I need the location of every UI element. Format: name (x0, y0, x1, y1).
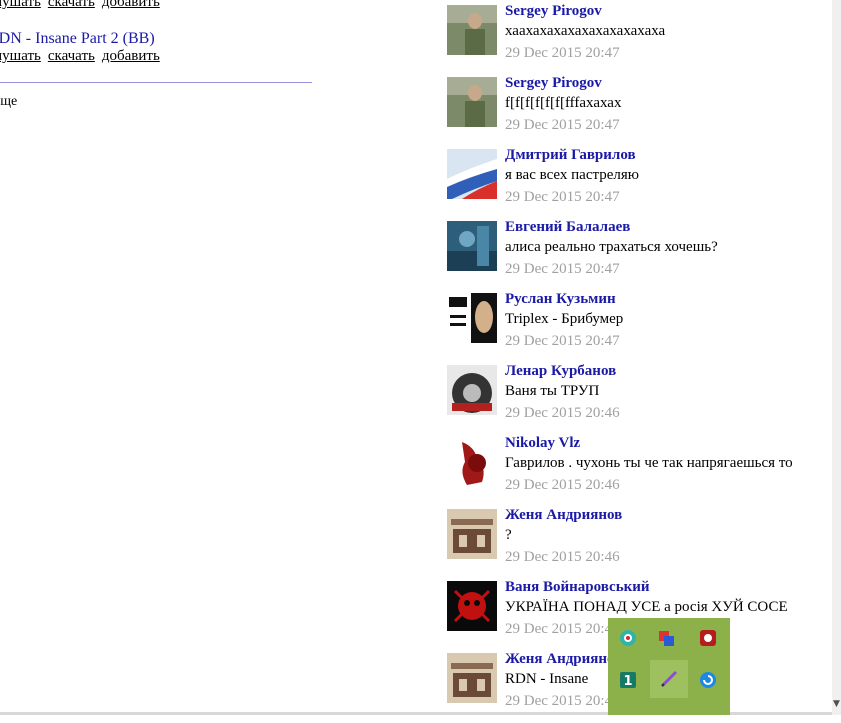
listen-link[interactable]: слушать (0, 48, 41, 64)
avatar-sergey-2[interactable] (447, 77, 497, 127)
message-text: УКРАЇНА ПОНАД УСЕ а росія ХУЙ СОСЕ (505, 599, 788, 615)
avatar-car[interactable] (447, 365, 497, 415)
avatar-building[interactable] (447, 509, 497, 559)
user-name[interactable]: Ваня Войнаровський (505, 579, 650, 596)
list-item: Sergey Pirogov хаахахахахахахахахахаха 2… (447, 3, 827, 75)
svg-text:1: 1 (623, 674, 632, 689)
pen-icon[interactable] (650, 660, 688, 698)
list-item: Nikolay Vlz Гаврилов . чухонь ты че так … (447, 435, 827, 507)
red-blue-app-icon[interactable] (650, 622, 682, 654)
avatar-sergey-1[interactable] (447, 5, 497, 55)
track-actions: слушать скачать добавить (0, 48, 167, 65)
track-actions: слушать скачать добавить (0, 0, 167, 11)
list-item: Sergey Pirogov f[f[f[f[f[f[fffахахах 29 … (447, 75, 827, 147)
message-time: 29 Dec 2015 20:47 (505, 45, 620, 61)
user-name[interactable]: Женя Андриянов (505, 651, 622, 668)
avatar-blue[interactable] (447, 221, 497, 271)
green-number-one-icon[interactable]: 1 (612, 664, 644, 696)
message-time: 29 Dec 2015 20:46 (505, 405, 620, 421)
message-text: Ваня ты ТРУП (505, 383, 600, 399)
user-name[interactable]: Евгений Балалаев (505, 219, 630, 236)
list-item: Руслан Кузьмин Triplex - Брибумер 29 Dec… (447, 291, 827, 363)
message-text: алиса реально трахаться хочешь? (505, 239, 718, 255)
user-name[interactable]: Sergey Pirogov (505, 75, 602, 92)
red-gear-icon[interactable] (692, 622, 724, 654)
teal-swirl-icon[interactable] (612, 622, 644, 654)
track-item: слушать скачать добавить (0, 0, 167, 11)
user-name[interactable]: Ленар Курбанов (505, 363, 616, 380)
message-text: я вас всех пастреляю (505, 167, 639, 183)
message-time: 29 Dec 2015 20:47 (505, 189, 620, 205)
user-name[interactable]: Sergey Pirogov (505, 3, 602, 20)
add-link[interactable]: добавить (102, 48, 160, 64)
message-text: f[f[f[f[f[f[fffахахах (505, 95, 622, 111)
scroll-down-arrow-icon[interactable]: ▼ (832, 700, 841, 709)
message-text: Гаврилов . чухонь ты че так напрягаешься… (505, 455, 793, 471)
track-item: RDN - Insane Part 2 (BB) слушать скачать д… (0, 30, 167, 65)
avatar-text-foot[interactable] (447, 293, 497, 343)
download-link[interactable]: скачать (48, 0, 95, 10)
add-link[interactable]: добавить (102, 0, 160, 10)
divider (0, 82, 312, 83)
system-tray-overflow: 1 (608, 618, 730, 715)
user-name[interactable]: Руслан Кузьмин (505, 291, 616, 308)
list-item: Женя Андриянов ? 29 Dec 2015 20:46 (447, 507, 827, 579)
message-text: RDN - Insane (505, 671, 589, 687)
download-link[interactable]: скачать (48, 48, 95, 64)
message-time: 29 Dec 2015 20:46 (505, 549, 620, 565)
vertical-scrollbar[interactable]: ▼ (832, 0, 841, 715)
message-text: ? (505, 527, 512, 543)
message-time: 29 Dec 2015 20:46 (505, 477, 620, 493)
message-time: 29 Dec 2015 20:46 (505, 621, 620, 637)
blue-circle-arrow-icon[interactable] (692, 664, 724, 696)
message-text: Triplex - Брибумер (505, 311, 624, 327)
list-item: Евгений Балалаев алиса реально трахаться… (447, 219, 827, 291)
list-item: Дмитрий Гаврилов я вас всех пастреляю 29… (447, 147, 827, 219)
playlist-pane: слушать скачать добавить RDN - Insane Part… (0, 0, 320, 715)
listen-link[interactable]: слушать (0, 0, 41, 10)
message-time: 29 Dec 2015 20:47 (505, 117, 620, 133)
message-time: 29 Dec 2015 20:47 (505, 261, 620, 277)
avatar-flag[interactable] (447, 149, 497, 199)
user-name[interactable]: Женя Андриянов (505, 507, 622, 524)
message-text: хаахахахахахахахахахаха (505, 23, 666, 39)
list-item: Ленар Курбанов Ваня ты ТРУП 29 Dec 2015 … (447, 363, 827, 435)
user-name[interactable]: Дмитрий Гаврилов (505, 147, 636, 164)
avatar-red-hand[interactable] (447, 437, 497, 487)
user-name[interactable]: Nikolay Vlz (505, 435, 580, 452)
message-time: 29 Dec 2015 20:46 (505, 693, 620, 709)
avatar-building[interactable] (447, 653, 497, 703)
message-time: 29 Dec 2015 20:47 (505, 333, 620, 349)
more-link[interactable]: еще (0, 94, 17, 110)
avatar-red-skull[interactable] (447, 581, 497, 631)
track-title[interactable]: RDN - Insane Part 2 (BB) (0, 30, 167, 48)
